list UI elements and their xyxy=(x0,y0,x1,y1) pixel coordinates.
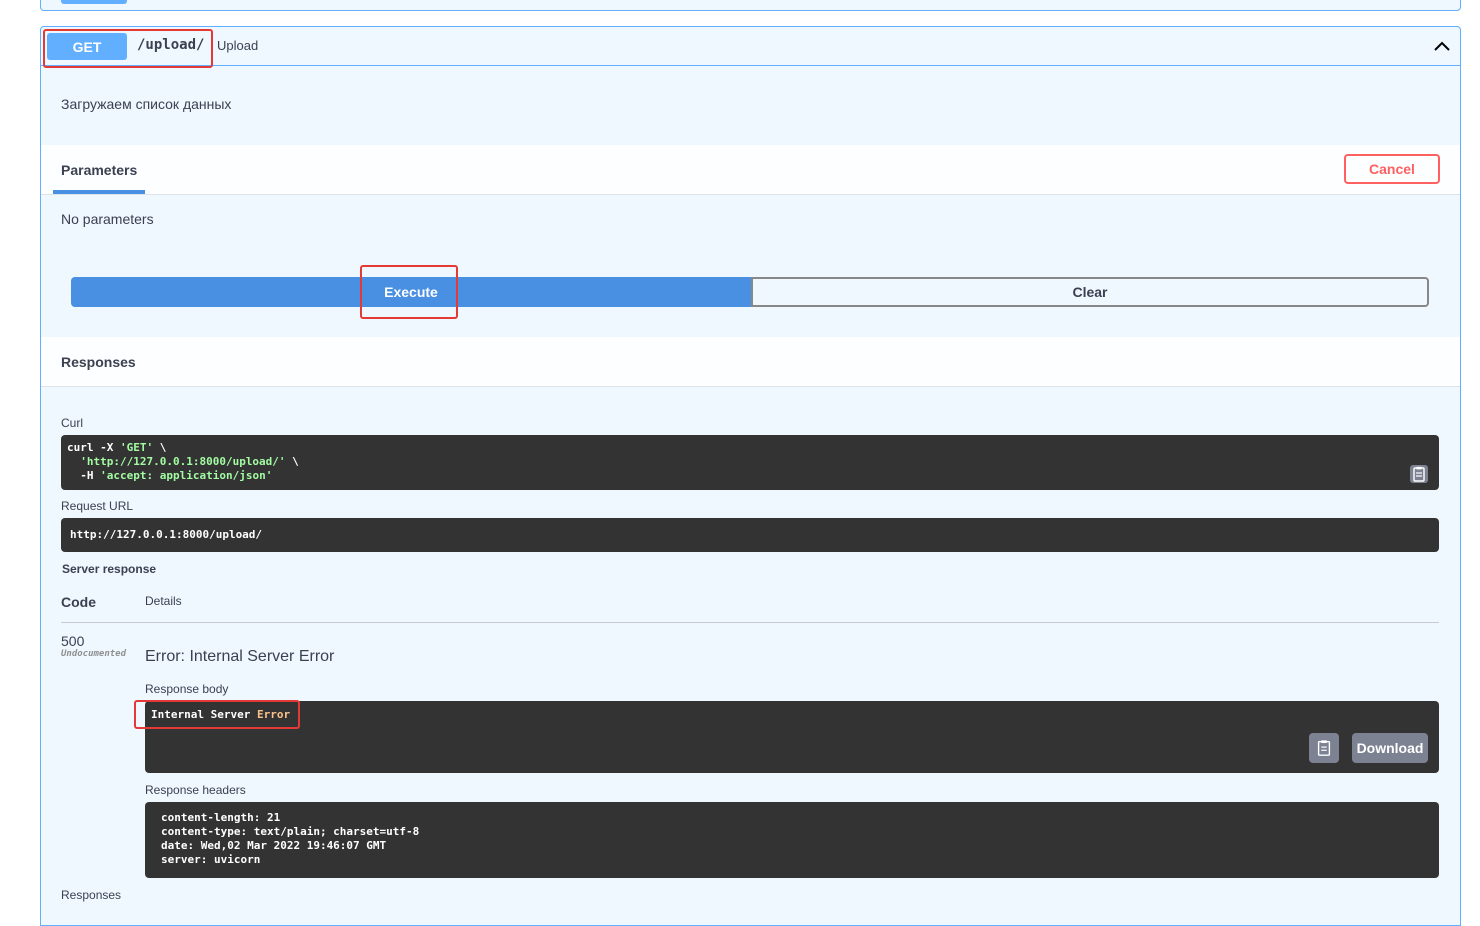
response-code: 500 xyxy=(61,633,85,649)
chevron-up-icon[interactable] xyxy=(1434,40,1450,52)
curl-method: 'GET' xyxy=(119,441,154,454)
previous-operation-block xyxy=(40,0,1461,11)
table-header-divider xyxy=(61,622,1439,623)
header-line: content-type: text/plain; charset=utf-8 xyxy=(161,825,420,838)
previous-method-badge[interactable] xyxy=(61,0,127,4)
response-body-block[interactable]: Internal Server Error xyxy=(145,701,1439,773)
tab-active-underline xyxy=(53,190,145,194)
response-headers-block[interactable]: content-length: 21 content-type: text/pl… xyxy=(145,802,1439,878)
curl-flag: -H xyxy=(67,469,101,482)
curl-label: Curl xyxy=(61,416,84,430)
details-column-header: Details xyxy=(145,594,182,608)
highlight-box-execute xyxy=(360,265,458,319)
tab-parameters[interactable]: Parameters xyxy=(61,162,137,178)
parameters-header: Parameters Cancel xyxy=(41,145,1460,195)
responses-footer-label: Responses xyxy=(61,888,122,902)
curl-url: 'http://127.0.0.1:8000/upload/' xyxy=(80,455,286,468)
responses-header: Responses xyxy=(41,337,1460,387)
request-url-block[interactable]: http://127.0.0.1:8000/upload/ xyxy=(61,518,1439,552)
curl-header: 'accept: application/json' xyxy=(100,469,273,482)
cancel-button[interactable]: Cancel xyxy=(1344,154,1440,184)
highlight-box-response-body xyxy=(134,700,300,729)
header-line: server: uvicorn xyxy=(161,853,261,866)
header-line: date: Wed,02 Mar 2022 19:46:07 GMT xyxy=(161,839,387,852)
copy-response-button[interactable] xyxy=(1309,733,1339,763)
response-body-label: Response body xyxy=(145,682,229,696)
endpoint-summary: Upload xyxy=(217,38,259,53)
curl-line1-tail: \ xyxy=(153,441,167,454)
code-column-header: Code xyxy=(61,594,96,610)
clipboard-copy-icon xyxy=(1317,740,1331,756)
execute-wrapper: Execute Clear xyxy=(71,277,1429,307)
request-url-label: Request URL xyxy=(61,499,134,513)
curl-line2-tail: \ xyxy=(285,455,299,468)
no-parameters-text: No parameters xyxy=(61,211,154,227)
response-headers-label: Response headers xyxy=(145,783,246,797)
header-line: content-length: 21 xyxy=(161,811,281,824)
curl-command-block[interactable]: curl -X 'GET' \ 'http://127.0.0.1:8000/u… xyxy=(61,435,1439,490)
operation-description: Загружаем список данных xyxy=(61,96,232,112)
server-response-label: Server response xyxy=(62,562,157,576)
clear-button[interactable]: Clear xyxy=(751,277,1429,307)
request-url-value: http://127.0.0.1:8000/upload/ xyxy=(70,528,263,541)
undocumented-label: Undocumented xyxy=(61,649,127,659)
highlight-box-method-path xyxy=(43,29,213,68)
clipboard-copy-icon[interactable] xyxy=(1409,464,1429,484)
curl-cmd: curl -X xyxy=(67,441,120,454)
download-button[interactable]: Download xyxy=(1352,733,1428,763)
operation-summary[interactable]: GET /upload/ Upload xyxy=(41,27,1460,68)
operation-block-get-upload: GET /upload/ Upload Загружаем список дан… xyxy=(40,26,1461,926)
error-title: Error: Internal Server Error xyxy=(145,648,335,665)
responses-title: Responses xyxy=(61,354,136,370)
